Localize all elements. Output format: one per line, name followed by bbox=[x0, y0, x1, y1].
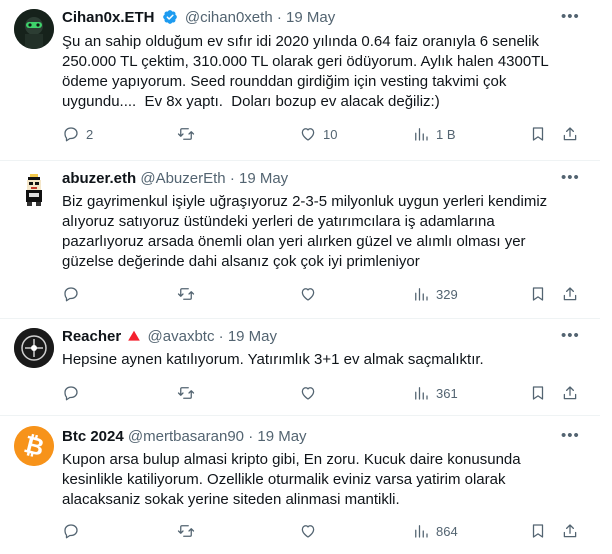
tweet-abuzer[interactable]: abuzer.eth @AbuzerEth · 19 May ••• Biz g… bbox=[0, 160, 600, 319]
like-button[interactable]: 10 bbox=[299, 124, 337, 144]
views-button[interactable]: 361 bbox=[412, 383, 458, 403]
reply-button[interactable]: 2 bbox=[62, 124, 93, 144]
more-icon[interactable]: ••• bbox=[561, 9, 579, 28]
retweet-button[interactable] bbox=[177, 521, 201, 541]
reply-icon bbox=[64, 386, 78, 401]
like-button[interactable] bbox=[299, 284, 323, 304]
display-name[interactable]: Reacher bbox=[62, 328, 121, 345]
views-icon bbox=[415, 525, 428, 538]
tweet-actions: 361 bbox=[62, 383, 582, 403]
tweet-text: Kupon arsa bulup almasi kripto gibi, En … bbox=[62, 451, 521, 508]
reply-count: 2 bbox=[86, 126, 94, 142]
separator: · bbox=[276, 9, 282, 26]
display-name[interactable]: Cihan0x.ETH bbox=[62, 9, 155, 26]
share-icon bbox=[563, 386, 577, 400]
retweet-icon bbox=[177, 387, 195, 399]
tweet-header: abuzer.eth @AbuzerEth · 19 May bbox=[62, 169, 288, 189]
like-count: 10 bbox=[323, 126, 338, 142]
separator: · bbox=[218, 328, 224, 345]
share-icon bbox=[563, 524, 577, 538]
timestamp[interactable]: 19 May bbox=[257, 428, 306, 445]
tweet-actions: 329 bbox=[62, 284, 582, 304]
like-icon bbox=[301, 525, 315, 538]
warning-triangle-icon bbox=[128, 330, 141, 341]
like-button[interactable] bbox=[299, 521, 323, 541]
more-icon[interactable]: ••• bbox=[561, 428, 579, 447]
retweet-button[interactable] bbox=[177, 124, 201, 144]
bookmark-button[interactable] bbox=[529, 284, 547, 304]
share-button[interactable] bbox=[561, 124, 579, 144]
views-count: 361 bbox=[436, 385, 458, 401]
tweet-header: Reacher @avaxbtc · 19 May bbox=[62, 327, 277, 347]
verified-icon bbox=[162, 10, 177, 24]
display-name[interactable]: Btc 2024 bbox=[62, 428, 124, 445]
tweet-text: Hepsine aynen katılıyorum. Yatırımlık 3+… bbox=[62, 351, 484, 368]
tweet-actions: 2 10 1 B bbox=[62, 124, 582, 144]
share-icon bbox=[563, 127, 577, 141]
bookmark-icon bbox=[532, 287, 544, 301]
timestamp[interactable]: 19 May bbox=[239, 170, 288, 187]
separator: · bbox=[229, 170, 235, 187]
tweet-cihan0x[interactable]: Cihan0x.ETH @cihan0xeth · 19 May ••• Şu … bbox=[0, 0, 600, 161]
bookmark-button[interactable] bbox=[529, 521, 547, 541]
tweet-header: Cihan0x.ETH @cihan0xeth · 19 May bbox=[62, 8, 335, 28]
views-icon bbox=[415, 288, 428, 301]
tweet-actions: 864 bbox=[62, 521, 582, 541]
bookmark-icon bbox=[532, 127, 544, 141]
reply-icon bbox=[64, 524, 78, 539]
reply-icon bbox=[64, 127, 78, 142]
views-button[interactable]: 1 B bbox=[412, 124, 456, 144]
share-icon bbox=[563, 287, 577, 301]
retweet-icon bbox=[177, 128, 195, 140]
share-button[interactable] bbox=[561, 284, 579, 304]
tweet-header: Btc 2024 @mertbasaran90 · 19 May bbox=[62, 427, 307, 447]
views-button[interactable]: 329 bbox=[412, 284, 458, 304]
share-button[interactable] bbox=[561, 521, 579, 541]
bookmark-icon bbox=[532, 386, 544, 400]
like-icon bbox=[301, 387, 315, 400]
avatar[interactable]: ₿ bbox=[14, 426, 54, 466]
reply-button[interactable] bbox=[62, 284, 86, 304]
reply-feed: Cihan0x.ETH @cihan0xeth · 19 May ••• Şu … bbox=[0, 0, 612, 554]
tweet-text: Şu an sahip olduğum ev sıfır idi 2020 yı… bbox=[62, 33, 549, 110]
avatar[interactable] bbox=[14, 328, 54, 368]
bookmark-icon bbox=[532, 524, 544, 538]
like-icon bbox=[301, 128, 315, 141]
like-icon bbox=[301, 288, 315, 301]
tweet-btc2024[interactable]: ₿ Btc 2024 @mertbasaran90 · 19 May ••• K… bbox=[0, 415, 600, 554]
views-icon bbox=[415, 387, 428, 400]
views-button[interactable]: 864 bbox=[412, 521, 458, 541]
timestamp[interactable]: 19 May bbox=[228, 328, 277, 345]
like-button[interactable] bbox=[299, 383, 323, 403]
retweet-button[interactable] bbox=[177, 284, 201, 304]
retweet-icon bbox=[177, 288, 195, 300]
tweet-reacher[interactable]: Reacher @avaxbtc · 19 May ••• Hepsine ay… bbox=[0, 318, 600, 416]
timestamp[interactable]: 19 May bbox=[286, 9, 335, 26]
views-count: 1 B bbox=[436, 126, 456, 142]
bookmark-button[interactable] bbox=[529, 124, 547, 144]
bitcoin-logo-icon: ₿ bbox=[14, 426, 54, 466]
bookmark-button[interactable] bbox=[529, 383, 547, 403]
separator: · bbox=[248, 428, 254, 445]
retweet-button[interactable] bbox=[177, 383, 201, 403]
tweet-text: Biz gayrimenkul işiyle uğraşıyoruz 2-3-5… bbox=[62, 193, 548, 270]
reply-icon bbox=[64, 287, 78, 302]
reply-button[interactable] bbox=[62, 383, 86, 403]
handle[interactable]: @cihan0xeth bbox=[185, 9, 273, 26]
views-count: 864 bbox=[436, 523, 458, 539]
more-icon[interactable]: ••• bbox=[561, 170, 579, 189]
handle[interactable]: @avaxbtc bbox=[148, 328, 215, 345]
views-icon bbox=[415, 128, 428, 141]
avatar[interactable] bbox=[14, 170, 54, 210]
retweet-icon bbox=[177, 525, 195, 537]
handle[interactable]: @mertbasaran90 bbox=[128, 428, 244, 445]
more-icon[interactable]: ••• bbox=[561, 328, 579, 347]
display-name[interactable]: abuzer.eth bbox=[62, 170, 136, 187]
share-button[interactable] bbox=[561, 383, 579, 403]
reply-button[interactable] bbox=[62, 521, 86, 541]
views-count: 329 bbox=[436, 286, 458, 302]
handle[interactable]: @AbuzerEth bbox=[140, 170, 225, 187]
avatar[interactable] bbox=[14, 9, 54, 49]
